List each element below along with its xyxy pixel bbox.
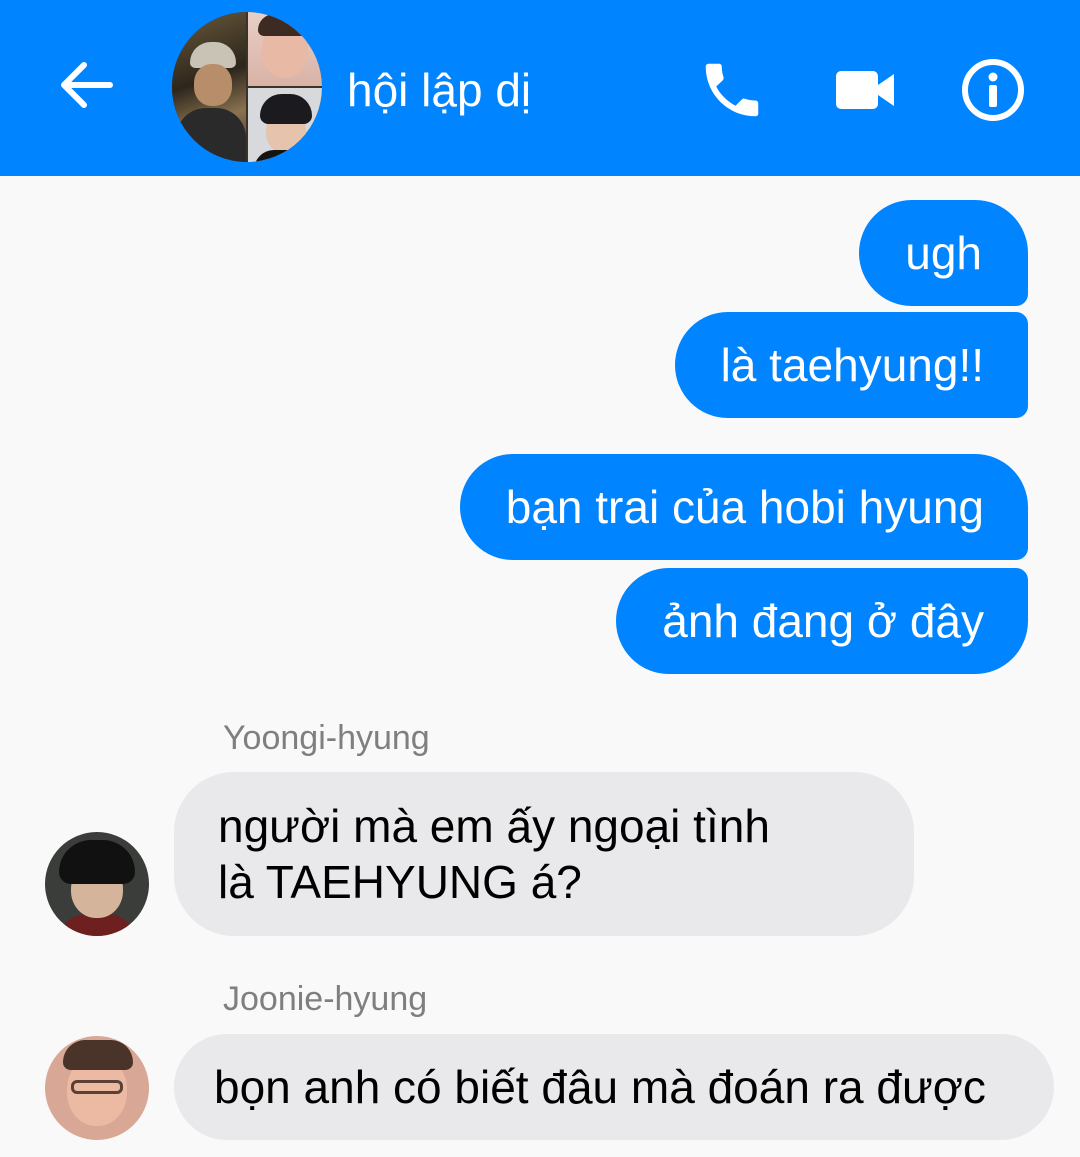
group-avatar[interactable] — [172, 12, 322, 162]
outgoing-message[interactable]: là taehyung!! — [674, 312, 1028, 418]
group-avatar-photo-3 — [248, 88, 322, 162]
call-button[interactable] — [697, 55, 767, 125]
sender-name: Yoongi-hyung — [223, 719, 430, 757]
video-camera-icon — [836, 71, 894, 109]
outgoing-message[interactable]: ugh — [859, 200, 1028, 306]
info-button[interactable] — [958, 55, 1028, 125]
outgoing-message[interactable]: ảnh đang ở đây — [616, 568, 1028, 674]
group-avatar-photo-2 — [248, 12, 322, 86]
phone-icon — [705, 63, 759, 117]
arrow-left-icon — [61, 62, 113, 108]
incoming-message[interactable]: người mà em ấy ngoại tình là TAEHYUNG á? — [174, 772, 914, 936]
group-avatar-photo-1 — [172, 12, 246, 162]
incoming-message[interactable]: bọn anh có biết đâu mà đoán ra được — [174, 1034, 1054, 1140]
sender-name: Joonie-hyung — [223, 980, 428, 1018]
chat-header: hội lập dị — [0, 0, 1080, 176]
avatar[interactable] — [45, 1036, 149, 1140]
back-button[interactable] — [52, 50, 122, 120]
message-line: người mà em ấy ngoại tình — [218, 800, 770, 852]
message-line: là TAEHYUNG á? — [218, 856, 582, 908]
outgoing-message[interactable]: bạn trai của hobi hyung — [459, 454, 1028, 560]
info-icon — [962, 59, 1024, 121]
conversation-title[interactable]: hội lập dị — [347, 60, 531, 120]
video-call-button[interactable] — [830, 55, 900, 125]
avatar[interactable] — [45, 832, 149, 936]
